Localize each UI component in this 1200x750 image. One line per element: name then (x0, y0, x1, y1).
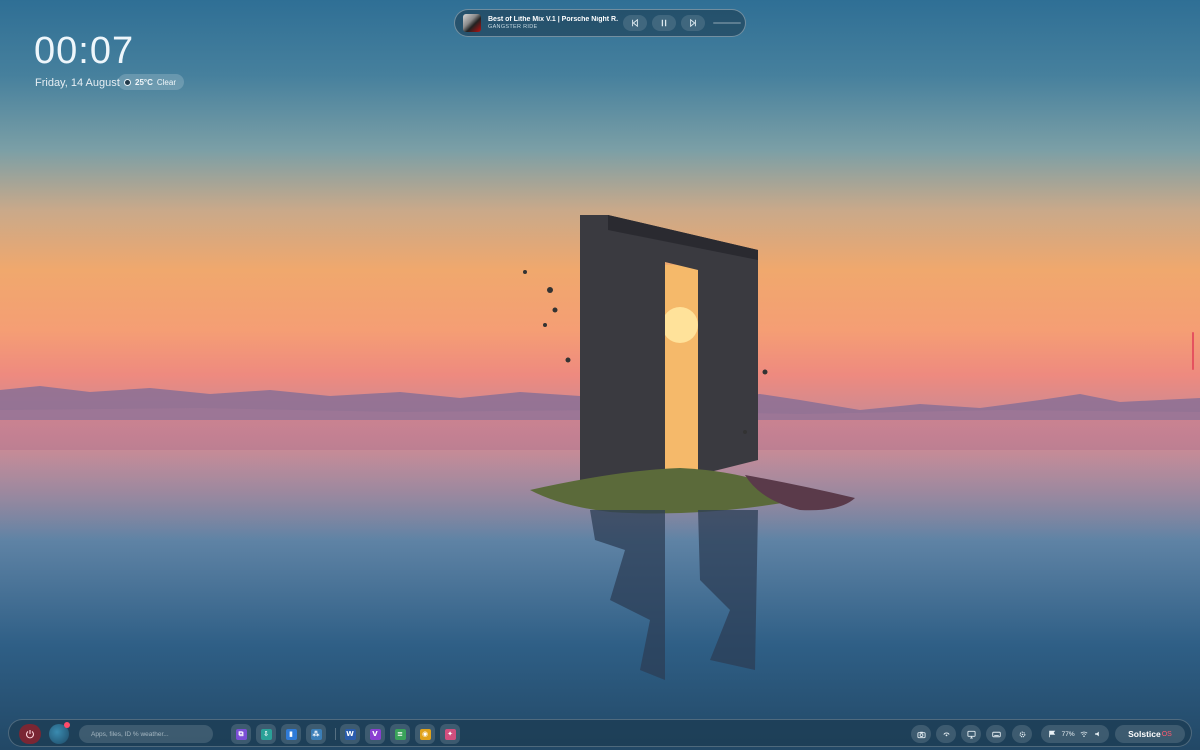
weather-condition: Clear (156, 77, 176, 87)
notepad-icon: ≡ (394, 728, 406, 740)
vs-icon: V (369, 728, 381, 740)
next-button[interactable] (681, 15, 705, 31)
camera-button[interactable] (911, 725, 931, 743)
pause-icon (661, 19, 667, 27)
chrome-icon: ◉ (419, 728, 431, 740)
network-icon: ⁂ (310, 728, 322, 740)
taskbar-app-visual-studio[interactable]: ⧉ (231, 724, 251, 744)
broadcast-icon (942, 732, 950, 736)
avatar[interactable] (49, 722, 70, 744)
settings-icon (1019, 731, 1025, 737)
taskbar-app-notepad[interactable]: ≡ (390, 724, 410, 744)
copilot-icon: ✦ (444, 728, 456, 740)
weather-chip[interactable]: 25°C Clear (118, 74, 184, 90)
media-progress-bar[interactable] (713, 22, 741, 24)
battery-level: 77% (1061, 730, 1075, 738)
taskbar-app-copilot[interactable]: ✦ (440, 724, 460, 744)
brand-suffix: OS (1161, 730, 1172, 738)
media-meta: Best of Lithe Mix V.1 | Porsche Night R.… (488, 16, 618, 31)
volume-icon (1095, 731, 1099, 737)
taskbar-divider (335, 728, 336, 740)
wifi-icon (1080, 731, 1088, 737)
taskbar-app-network-tool[interactable]: ⁂ (306, 724, 326, 744)
taskbar-app-word[interactable]: W (340, 724, 360, 744)
keyboard-icon (991, 731, 1001, 737)
system-status[interactable]: 77% (1041, 725, 1109, 743)
taskbar-app-app-installer[interactable]: ⇩ (256, 724, 276, 744)
previous-icon (632, 19, 638, 27)
taskbar-app-azure-data-studio[interactable]: ▮ (281, 724, 301, 744)
clock-date: Friday, 14 August (35, 77, 120, 89)
taskbar-app-chrome[interactable]: ◉ (415, 724, 435, 744)
brand-name: Solstice (1128, 729, 1161, 739)
broadcast-button[interactable] (936, 725, 956, 743)
taskbar: Apps, files, ID % weather... ⧉ ⇩ ▮ ⁂ W V ≡ ◉ ✦ 7… (8, 719, 1192, 747)
chart-icon: ▮ (285, 728, 297, 740)
settings-button[interactable] (1012, 725, 1032, 743)
power-button[interactable] (19, 724, 41, 744)
pause-button[interactable] (652, 15, 676, 31)
desktop: 00:07 Friday, 14 August 25°C Clear Best … (0, 0, 1200, 750)
start-brand-button[interactable]: Solstice OS (1115, 725, 1185, 743)
album-art (463, 14, 481, 32)
notification-badge (64, 722, 70, 728)
installer-icon: ⇩ (260, 728, 272, 740)
media-track-title: Best of Lithe Mix V.1 | Porsche Night R.… (488, 15, 618, 23)
display-icon (966, 730, 976, 739)
power-icon (25, 730, 35, 739)
word-icon: W (344, 728, 356, 740)
taskbar-app-visual-studio-purple[interactable]: V (365, 724, 385, 744)
visual-studio-icon: ⧉ (235, 728, 247, 740)
clock-time: 00:07 (34, 30, 135, 72)
keyboard-button[interactable] (986, 725, 1006, 743)
media-player[interactable]: Best of Lithe Mix V.1 | Porsche Night R.… (454, 9, 746, 37)
edge-scroll-handle[interactable] (1192, 332, 1194, 370)
search-input[interactable]: Apps, files, ID % weather... (79, 725, 213, 743)
next-icon (690, 19, 696, 27)
camera-icon (916, 731, 926, 738)
search-placeholder: Apps, files, ID % weather... (91, 730, 169, 738)
previous-button[interactable] (623, 15, 647, 31)
media-artist: GANGSTER RIDE (488, 23, 538, 30)
display-button[interactable] (961, 725, 981, 743)
wallpaper-monolith (523, 215, 855, 680)
moon-icon (124, 78, 131, 86)
weather-temperature: 25°C (135, 77, 153, 87)
flag-icon (1049, 730, 1056, 738)
